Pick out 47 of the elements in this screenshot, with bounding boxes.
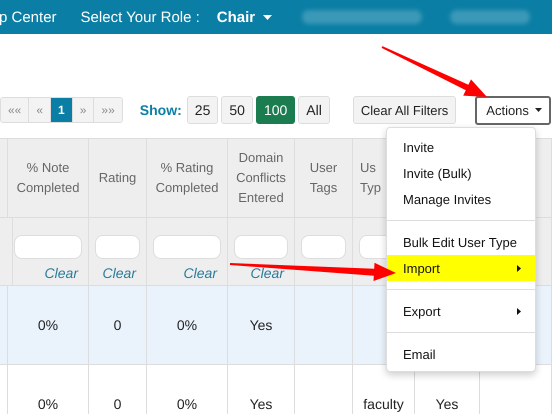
menu-item[interactable]: Export [387,298,535,324]
caret-icon [263,14,272,20]
menu-item[interactable]: Import [387,255,535,281]
menu-item[interactable]: Invite (Bulk) [387,160,535,186]
clear-link[interactable]: Clear [44,265,78,281]
clear-link[interactable]: Clear [184,265,217,281]
table-cell: 0 [114,396,122,412]
clear-link[interactable]: Clear [102,265,136,281]
filter-field[interactable] [301,235,346,259]
column-header: Rating [98,169,136,187]
menu-item[interactable]: Manage Invites [387,186,535,212]
filter-field[interactable] [95,235,140,259]
table-cell: Yes [436,396,458,412]
clear-link[interactable]: Clear [250,265,284,281]
submenu-arrow-icon [517,308,521,314]
table-cell: 0% [176,396,198,412]
table-cell: 0% [176,317,198,333]
menu-item[interactable]: Email [387,341,535,367]
filter-field[interactable] [14,235,82,259]
page-size-button[interactable]: 100 [256,96,296,124]
clear-filters-button[interactable]: Clear All Filters [352,96,456,124]
page-size-button[interactable]: 25 [186,96,218,124]
column-header: % Note Completed [16,159,80,197]
show-label: Show: [140,102,182,118]
filter-field[interactable] [234,235,288,259]
table-cell: 0 [114,317,122,333]
page-size-button[interactable]: 50 [221,96,253,124]
menu-item[interactable]: Invite [387,134,535,160]
page-size-button[interactable]: All [298,96,330,124]
menu-item[interactable]: Bulk Edit User Type [387,229,535,255]
role-label: Select Your Role : [80,8,200,26]
page-button[interactable]: 1 [51,98,73,122]
table-cell: faculty [363,396,404,412]
filter-field[interactable] [153,235,221,259]
caret-icon [534,108,542,112]
column-header: User Tags [308,159,338,197]
submenu-arrow-icon [517,264,521,272]
table-cell: 0% [38,317,58,333]
column-header: % Rating Completed [154,159,220,197]
table-cell: 0% [38,396,58,412]
actions-button[interactable]: Actions [475,96,551,124]
table-cell: Yes [250,317,272,333]
app-title: p Center [0,8,57,26]
column-header: Domain Conflicts Entered [235,149,287,207]
role-dropdown[interactable]: Chair [216,8,272,26]
table-cell: Yes [250,396,272,412]
column-header: Us Typ [360,159,382,197]
